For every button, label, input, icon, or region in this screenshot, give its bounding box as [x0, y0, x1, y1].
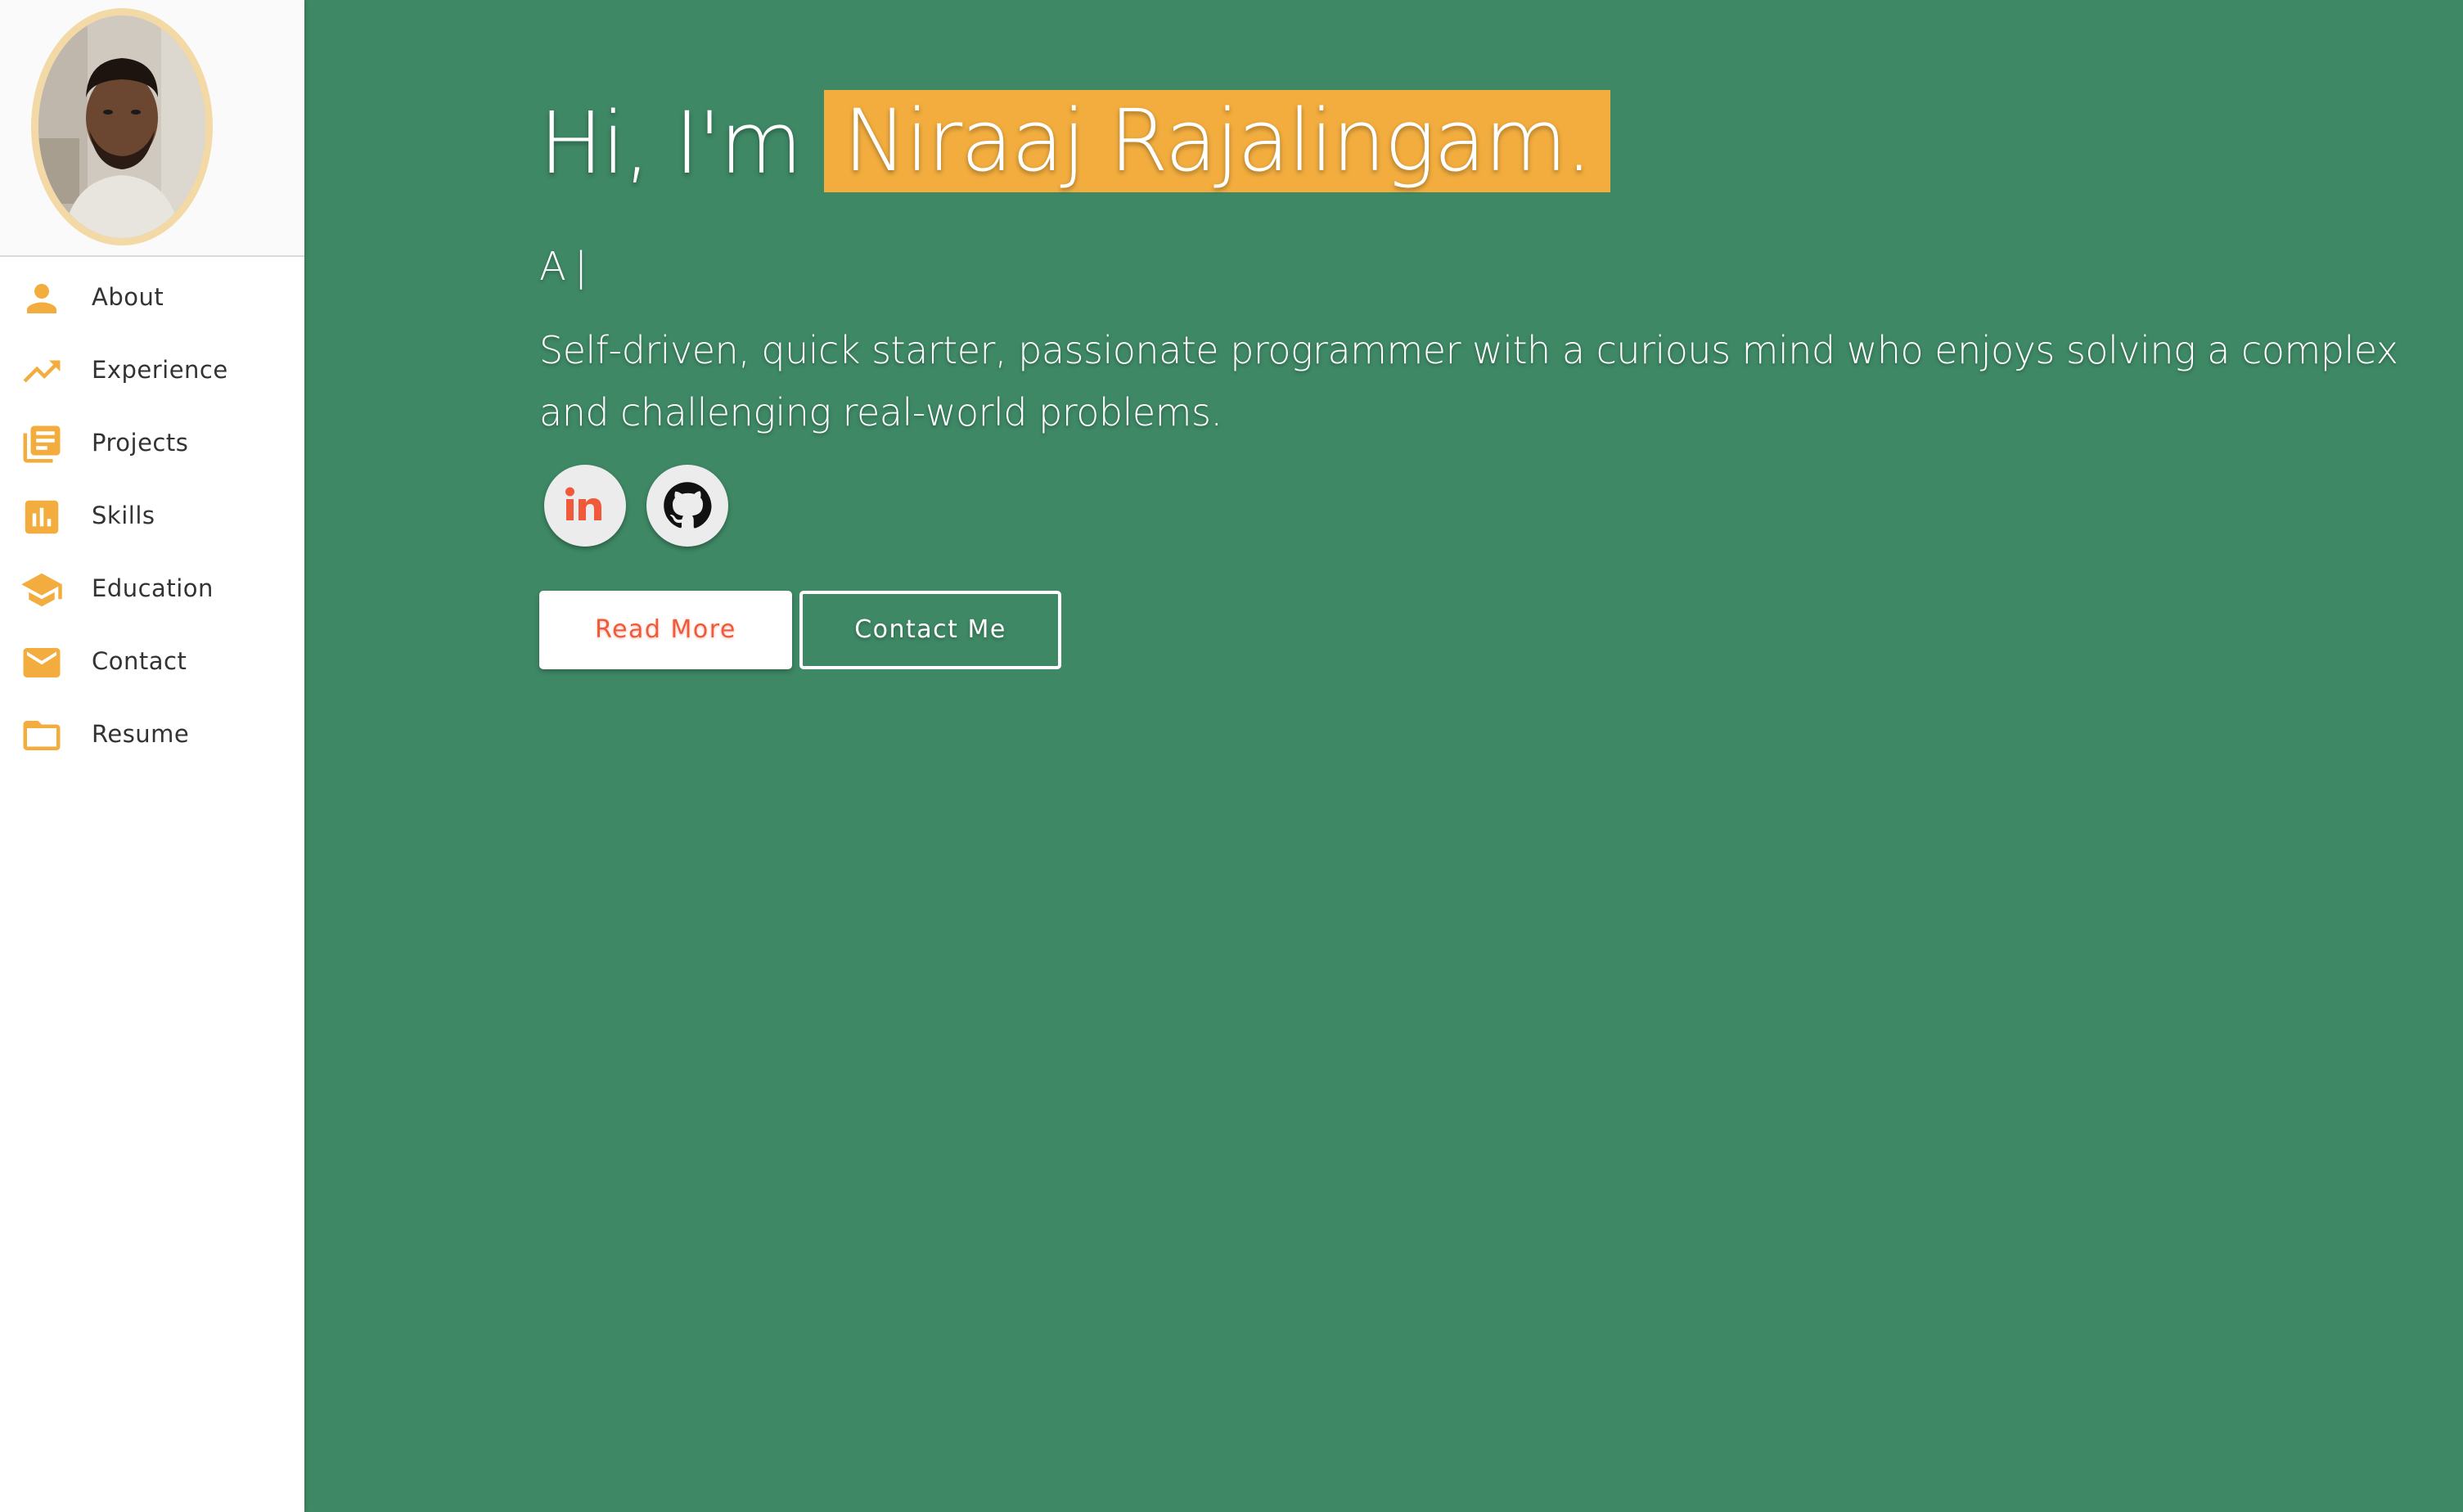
github-button[interactable] — [646, 465, 728, 547]
hero-section: Hi, I'm Niraaj Rajalingam. A | Self-driven… — [304, 0, 2463, 1512]
sidebar-item-label: Education — [92, 574, 214, 602]
folder-icon — [20, 713, 64, 758]
typed-text: A — [539, 244, 566, 290]
school-cap-icon — [20, 568, 64, 612]
trending-up-icon — [20, 349, 64, 394]
library-books-icon — [20, 422, 64, 466]
sidebar-item-label: About — [92, 283, 164, 311]
person-icon — [20, 277, 64, 321]
sidebar-item-label: Resume — [92, 720, 190, 748]
greeting-text: Hi, I'm — [539, 93, 803, 193]
contact-me-button[interactable]: Contact Me — [799, 591, 1061, 669]
sidebar-item-contact[interactable]: Contact — [0, 625, 304, 698]
envelope-icon — [20, 641, 64, 685]
sidebar-item-about[interactable]: About — [0, 261, 304, 334]
sidebar-item-education[interactable]: Education — [0, 552, 304, 625]
sidebar-item-label: Contact — [92, 647, 187, 675]
typed-cursor: | — [574, 244, 588, 290]
bar-chart-icon — [20, 495, 64, 539]
sidebar-item-label: Projects — [92, 429, 189, 457]
page-title: Hi, I'm Niraaj Rajalingam. — [539, 82, 1611, 205]
linkedin-button[interactable] — [544, 465, 626, 547]
read-more-button[interactable]: Read More — [539, 591, 792, 669]
avatar — [31, 8, 213, 245]
sidebar: About Experience Projects Skills Educati… — [0, 0, 304, 1512]
sidebar-item-projects[interactable]: Projects — [0, 407, 304, 479]
sidebar-item-experience[interactable]: Experience — [0, 334, 304, 407]
profile-header — [0, 0, 304, 257]
linkedin-icon — [565, 487, 601, 520]
sidebar-nav: About Experience Projects Skills Educati… — [0, 261, 304, 771]
sidebar-item-label: Skills — [92, 502, 155, 529]
bio-paragraph: Self-driven, quick starter, passionate p… — [539, 328, 2398, 434]
sidebar-item-skills[interactable]: Skills — [0, 479, 304, 552]
name-highlight: Niraaj Rajalingam. — [823, 90, 1611, 192]
typed-subtitle: A | — [539, 244, 588, 290]
sidebar-item-resume[interactable]: Resume — [0, 698, 304, 771]
github-icon — [664, 482, 712, 529]
sidebar-item-label: Experience — [92, 356, 228, 384]
